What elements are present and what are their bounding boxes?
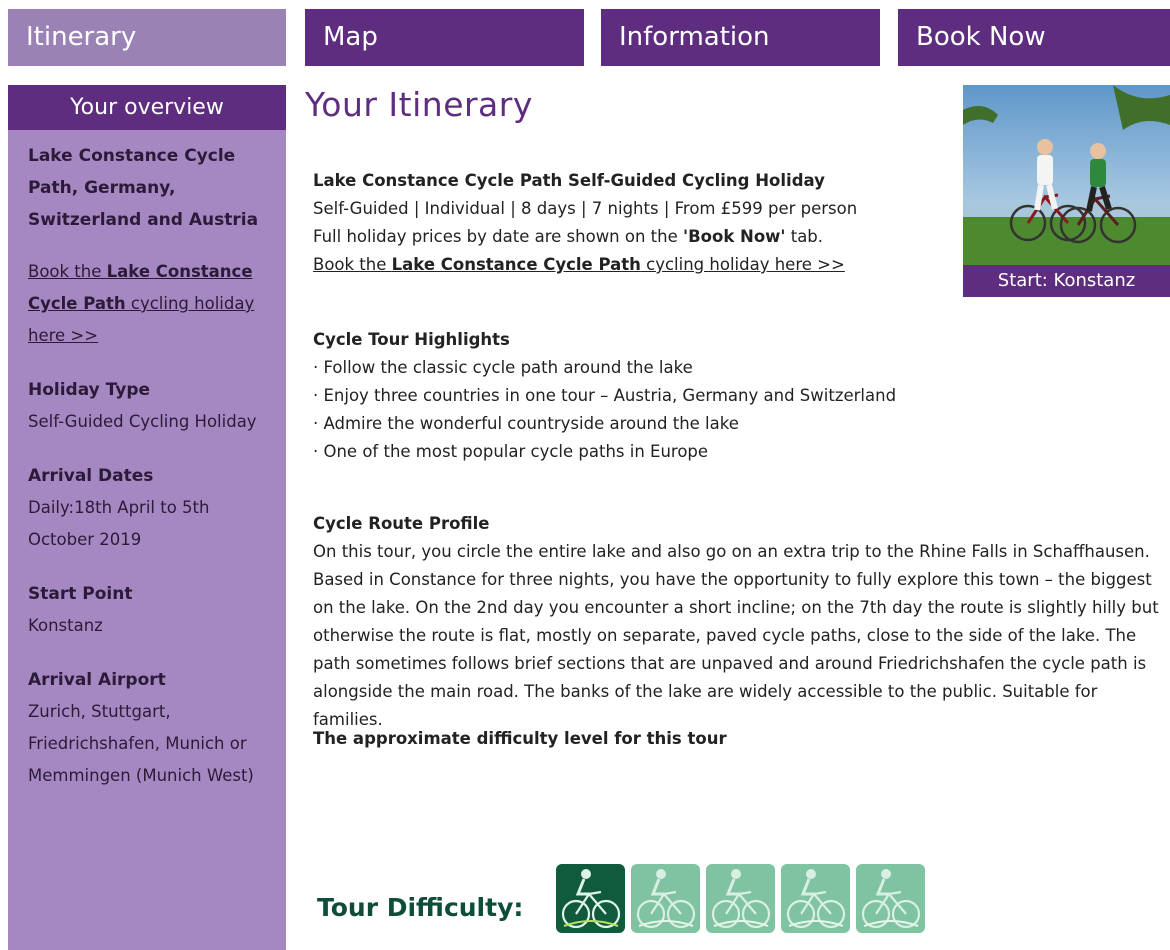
holiday-type-section: Holiday Type Self-Guided Cycling Holiday	[28, 374, 266, 438]
prices-note: Full holiday prices by date are shown on…	[313, 223, 943, 251]
page-title: Your Itinerary	[305, 85, 533, 124]
prices-note-bold: 'Book Now'	[683, 227, 786, 246]
highlight-item: · Enjoy three countries in one tour – Au…	[313, 386, 897, 405]
holiday-intro: Lake Constance Cycle Path Self-Guided Cy…	[313, 167, 943, 279]
highlight-item: · Follow the classic cycle path around t…	[313, 358, 693, 377]
book-link-pre: Book the	[313, 255, 392, 274]
arrival-dates-label: Arrival Dates	[28, 466, 154, 486]
arrival-airport-section: Arrival Airport Zurich, Stuttgart, Fried…	[28, 664, 266, 792]
tab-map[interactable]: Map	[305, 9, 584, 66]
route-profile-section: Cycle Route Profile On this tour, you ci…	[313, 510, 1168, 734]
highlight-item: · Admire the wonderful countryside aroun…	[313, 414, 739, 433]
sidebar-book-link-pre: Book the	[28, 262, 107, 281]
book-holiday-link[interactable]: Book the Lake Constance Cycle Path cycli…	[313, 255, 845, 274]
difficulty-cyclist-icon	[856, 864, 925, 933]
arrival-dates-value: Daily:18th April to 5th October 2019	[28, 498, 210, 549]
arrival-airport-label: Arrival Airport	[28, 670, 166, 690]
photo-caption: Start: Konstanz	[997, 270, 1136, 291]
book-link-post: cycling holiday here >>	[640, 255, 845, 274]
tour-difficulty-label: Tour Difficulty:	[317, 893, 524, 922]
start-point-section: Start Point Konstanz	[28, 578, 266, 642]
route-profile-text: On this tour, you circle the entire lake…	[313, 542, 1159, 729]
highlights-section: Cycle Tour Highlights · Follow the class…	[313, 326, 1168, 466]
holiday-type-value: Self-Guided Cycling Holiday	[28, 412, 257, 431]
sidebar-header: Your overview	[8, 85, 286, 130]
sidebar-book-link[interactable]: Book the Lake Constance Cycle Path cycli…	[28, 256, 266, 352]
cyclists-photo	[963, 85, 1170, 265]
difficulty-cyclist-icon	[706, 864, 775, 933]
difficulty-rating	[556, 864, 925, 933]
start-point-value: Konstanz	[28, 616, 103, 635]
tab-book-now[interactable]: Book Now	[898, 9, 1170, 66]
highlight-item: · One of the most popular cycle paths in…	[313, 442, 709, 461]
difficulty-note: The approximate difficulty level for thi…	[313, 729, 727, 748]
holiday-name: Lake Constance Cycle Path Self-Guided Cy…	[313, 171, 825, 190]
difficulty-cyclist-icon	[631, 864, 700, 933]
difficulty-cyclist-icon	[781, 864, 850, 933]
overview-sidebar: Your overview Lake Constance Cycle Path,…	[8, 85, 286, 950]
prices-note-pre: Full holiday prices by date are shown on…	[313, 227, 684, 246]
main-content: Your Itinerary Lake Constance Cycle Path…	[305, 85, 1170, 950]
tab-itinerary[interactable]: Itinerary	[8, 9, 286, 66]
holiday-type-label: Holiday Type	[28, 380, 151, 400]
tab-information[interactable]: Information	[601, 9, 880, 66]
start-photo: Start: Konstanz	[963, 85, 1170, 297]
difficulty-cyclist-icon	[556, 864, 625, 933]
route-profile-heading: Cycle Route Profile	[313, 514, 490, 533]
holiday-summary: Self-Guided | Individual | 8 days | 7 ni…	[313, 199, 858, 218]
start-point-label: Start Point	[28, 584, 133, 604]
highlights-heading: Cycle Tour Highlights	[313, 330, 510, 349]
arrival-dates-section: Arrival Dates Daily:18th April to 5th Oc…	[28, 460, 266, 556]
book-link-bold: Lake Constance Cycle Path	[391, 255, 641, 274]
sidebar-tour-title: Lake Constance Cycle Path, Germany, Swit…	[28, 146, 259, 230]
arrival-airport-value: Zurich, Stuttgart, Friedrichshafen, Muni…	[28, 702, 254, 785]
prices-note-post: tab.	[785, 227, 824, 246]
